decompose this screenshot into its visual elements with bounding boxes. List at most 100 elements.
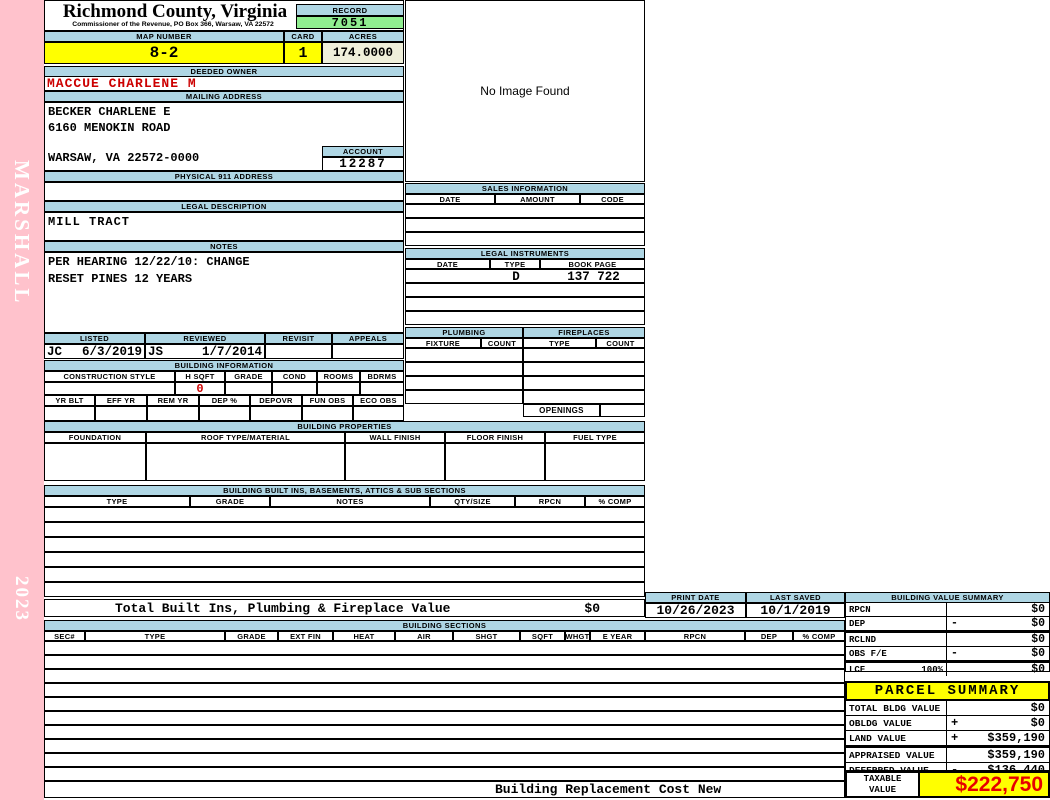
bs-type-label: TYPE xyxy=(85,631,225,641)
sales-date-label: DATE xyxy=(405,194,495,204)
revisit-label: REVISIT xyxy=(265,333,332,344)
bvs-row-label: RCLND xyxy=(849,634,877,645)
rooms-label: ROOMS xyxy=(317,371,360,382)
table-row xyxy=(44,537,645,552)
print-date-value: 10/26/2023 xyxy=(645,603,746,618)
built-ins-qty-label: QTY/SIZE xyxy=(430,496,515,507)
floor-finish-value xyxy=(445,443,545,481)
wall-finish-value xyxy=(345,443,445,481)
built-ins-grade-label: GRADE xyxy=(190,496,270,507)
table-row xyxy=(44,582,645,597)
construction-style-value xyxy=(44,382,175,395)
table-row xyxy=(523,362,645,376)
ps-row-label: LAND VALUE xyxy=(849,732,907,744)
bs-sqft-label: SQFT xyxy=(520,631,565,641)
table-row xyxy=(523,376,645,390)
remyr-value xyxy=(147,406,199,421)
bs-air-label: AIR xyxy=(395,631,453,641)
fuel-type-label: FUEL TYPE xyxy=(545,432,645,443)
built-ins-title: BUILDING BUILT INS, BASEMENTS, ATTICS & … xyxy=(44,485,645,496)
bs-comp-label: % COMP xyxy=(793,631,845,641)
bs-eyear-label: E YEAR xyxy=(590,631,645,641)
yrblt-label: YR BLT xyxy=(44,395,95,406)
bvs-row-value: $0 xyxy=(1031,633,1045,646)
physical-address-value xyxy=(44,182,404,201)
li-type-value: D xyxy=(512,269,520,284)
table-row xyxy=(523,348,645,362)
table-row xyxy=(405,311,645,325)
parcel-summary-title: PARCEL SUMMARY xyxy=(845,681,1050,701)
roof-type-label: ROOF TYPE/MATERIAL xyxy=(146,432,345,443)
building-replacement-note: Building Replacement Cost New xyxy=(44,781,845,798)
map-number-label: MAP NUMBER xyxy=(44,31,284,42)
built-ins-notes-label: NOTES xyxy=(270,496,430,507)
built-ins-comp-label: % COMP xyxy=(585,496,645,507)
depovr-value xyxy=(250,406,302,421)
listed-label: LISTED xyxy=(44,333,145,344)
table-row xyxy=(405,376,523,390)
bvs-row-label: RPCN xyxy=(849,604,871,615)
card-value: 1 xyxy=(284,42,322,64)
table-row xyxy=(405,283,645,297)
bvs-row-value: $0 xyxy=(1031,603,1045,616)
li-date-label: DATE xyxy=(405,259,490,269)
built-ins-total-value: $0 xyxy=(584,600,600,616)
table-row xyxy=(44,683,845,697)
depovr-label: DEPOVR xyxy=(250,395,302,406)
fuel-type-value xyxy=(545,443,645,481)
plumbing-count-label: COUNT xyxy=(481,338,523,348)
dep-pct-label: DEP % xyxy=(199,395,250,406)
last-saved-label: LAST SAVED xyxy=(746,592,845,603)
table-row xyxy=(405,204,645,218)
bvs-row-extra: 100% xyxy=(921,664,943,675)
table-row xyxy=(405,232,645,246)
hsqft-value: 0 xyxy=(175,382,225,396)
table-row xyxy=(44,767,845,781)
ps-row-value: $359,190 xyxy=(987,748,1045,762)
funobs-value xyxy=(302,406,353,421)
bdrms-value xyxy=(360,382,404,395)
bs-grade-label: GRADE xyxy=(225,631,278,641)
floor-finish-label: FLOOR FINISH xyxy=(445,432,545,443)
fireplaces-title: FIREPLACES xyxy=(523,327,645,338)
ps-row-value: $0 xyxy=(1030,716,1045,730)
table-row xyxy=(405,390,523,404)
table-row xyxy=(44,655,845,669)
legal-description-label: LEGAL DESCRIPTION xyxy=(44,201,404,212)
sales-information-title: SALES INFORMATION xyxy=(405,183,645,194)
table-row: OBS F/E - $0 xyxy=(846,647,1049,661)
bvs-row-value: $0 xyxy=(1031,617,1045,630)
reviewed-label: REVIEWED xyxy=(145,333,265,344)
table-row xyxy=(523,390,645,404)
table-row xyxy=(44,753,845,767)
acres-value: 174.0000 xyxy=(322,42,404,64)
table-row xyxy=(44,739,845,753)
ps-row-label: TOTAL BLDG VALUE xyxy=(849,702,941,714)
bvs-row-op: - xyxy=(951,647,958,660)
listed-by: JC xyxy=(47,344,63,359)
wall-finish-label: WALL FINISH xyxy=(345,432,445,443)
sidebar-owner-name-label: MARSHALL xyxy=(10,160,34,306)
fireplaces-count-label: COUNT xyxy=(596,338,645,348)
li-bookpage-label: BOOK PAGE xyxy=(540,259,645,269)
ecoobs-label: ECO OBS xyxy=(353,395,404,406)
revisit-cell xyxy=(265,344,332,359)
yrblt-value xyxy=(44,406,95,421)
grade-label: GRADE xyxy=(225,371,272,382)
notes-line: PER HEARING 12/22/10: CHANGE xyxy=(48,255,250,269)
bs-extfin-label: EXT FIN xyxy=(278,631,333,641)
ps-row-op: + xyxy=(951,731,959,745)
ps-row-value: $0 xyxy=(1030,701,1045,715)
appeals-label: APPEALS xyxy=(332,333,404,344)
table-row xyxy=(44,507,645,522)
table-row xyxy=(44,567,645,582)
table-row xyxy=(44,669,845,683)
bs-rpcn-label: RPCN xyxy=(645,631,745,641)
mailing-address-label: MAILING ADDRESS xyxy=(44,91,404,102)
reviewed-cell: JS 1/7/2014 xyxy=(145,344,265,359)
table-row: D 137 722 xyxy=(405,269,645,284)
bvs-row-value: $0 xyxy=(1031,663,1045,676)
table-row xyxy=(44,711,845,725)
remyr-label: REM YR xyxy=(147,395,199,406)
bs-whgt-label: WHGT xyxy=(565,631,590,641)
